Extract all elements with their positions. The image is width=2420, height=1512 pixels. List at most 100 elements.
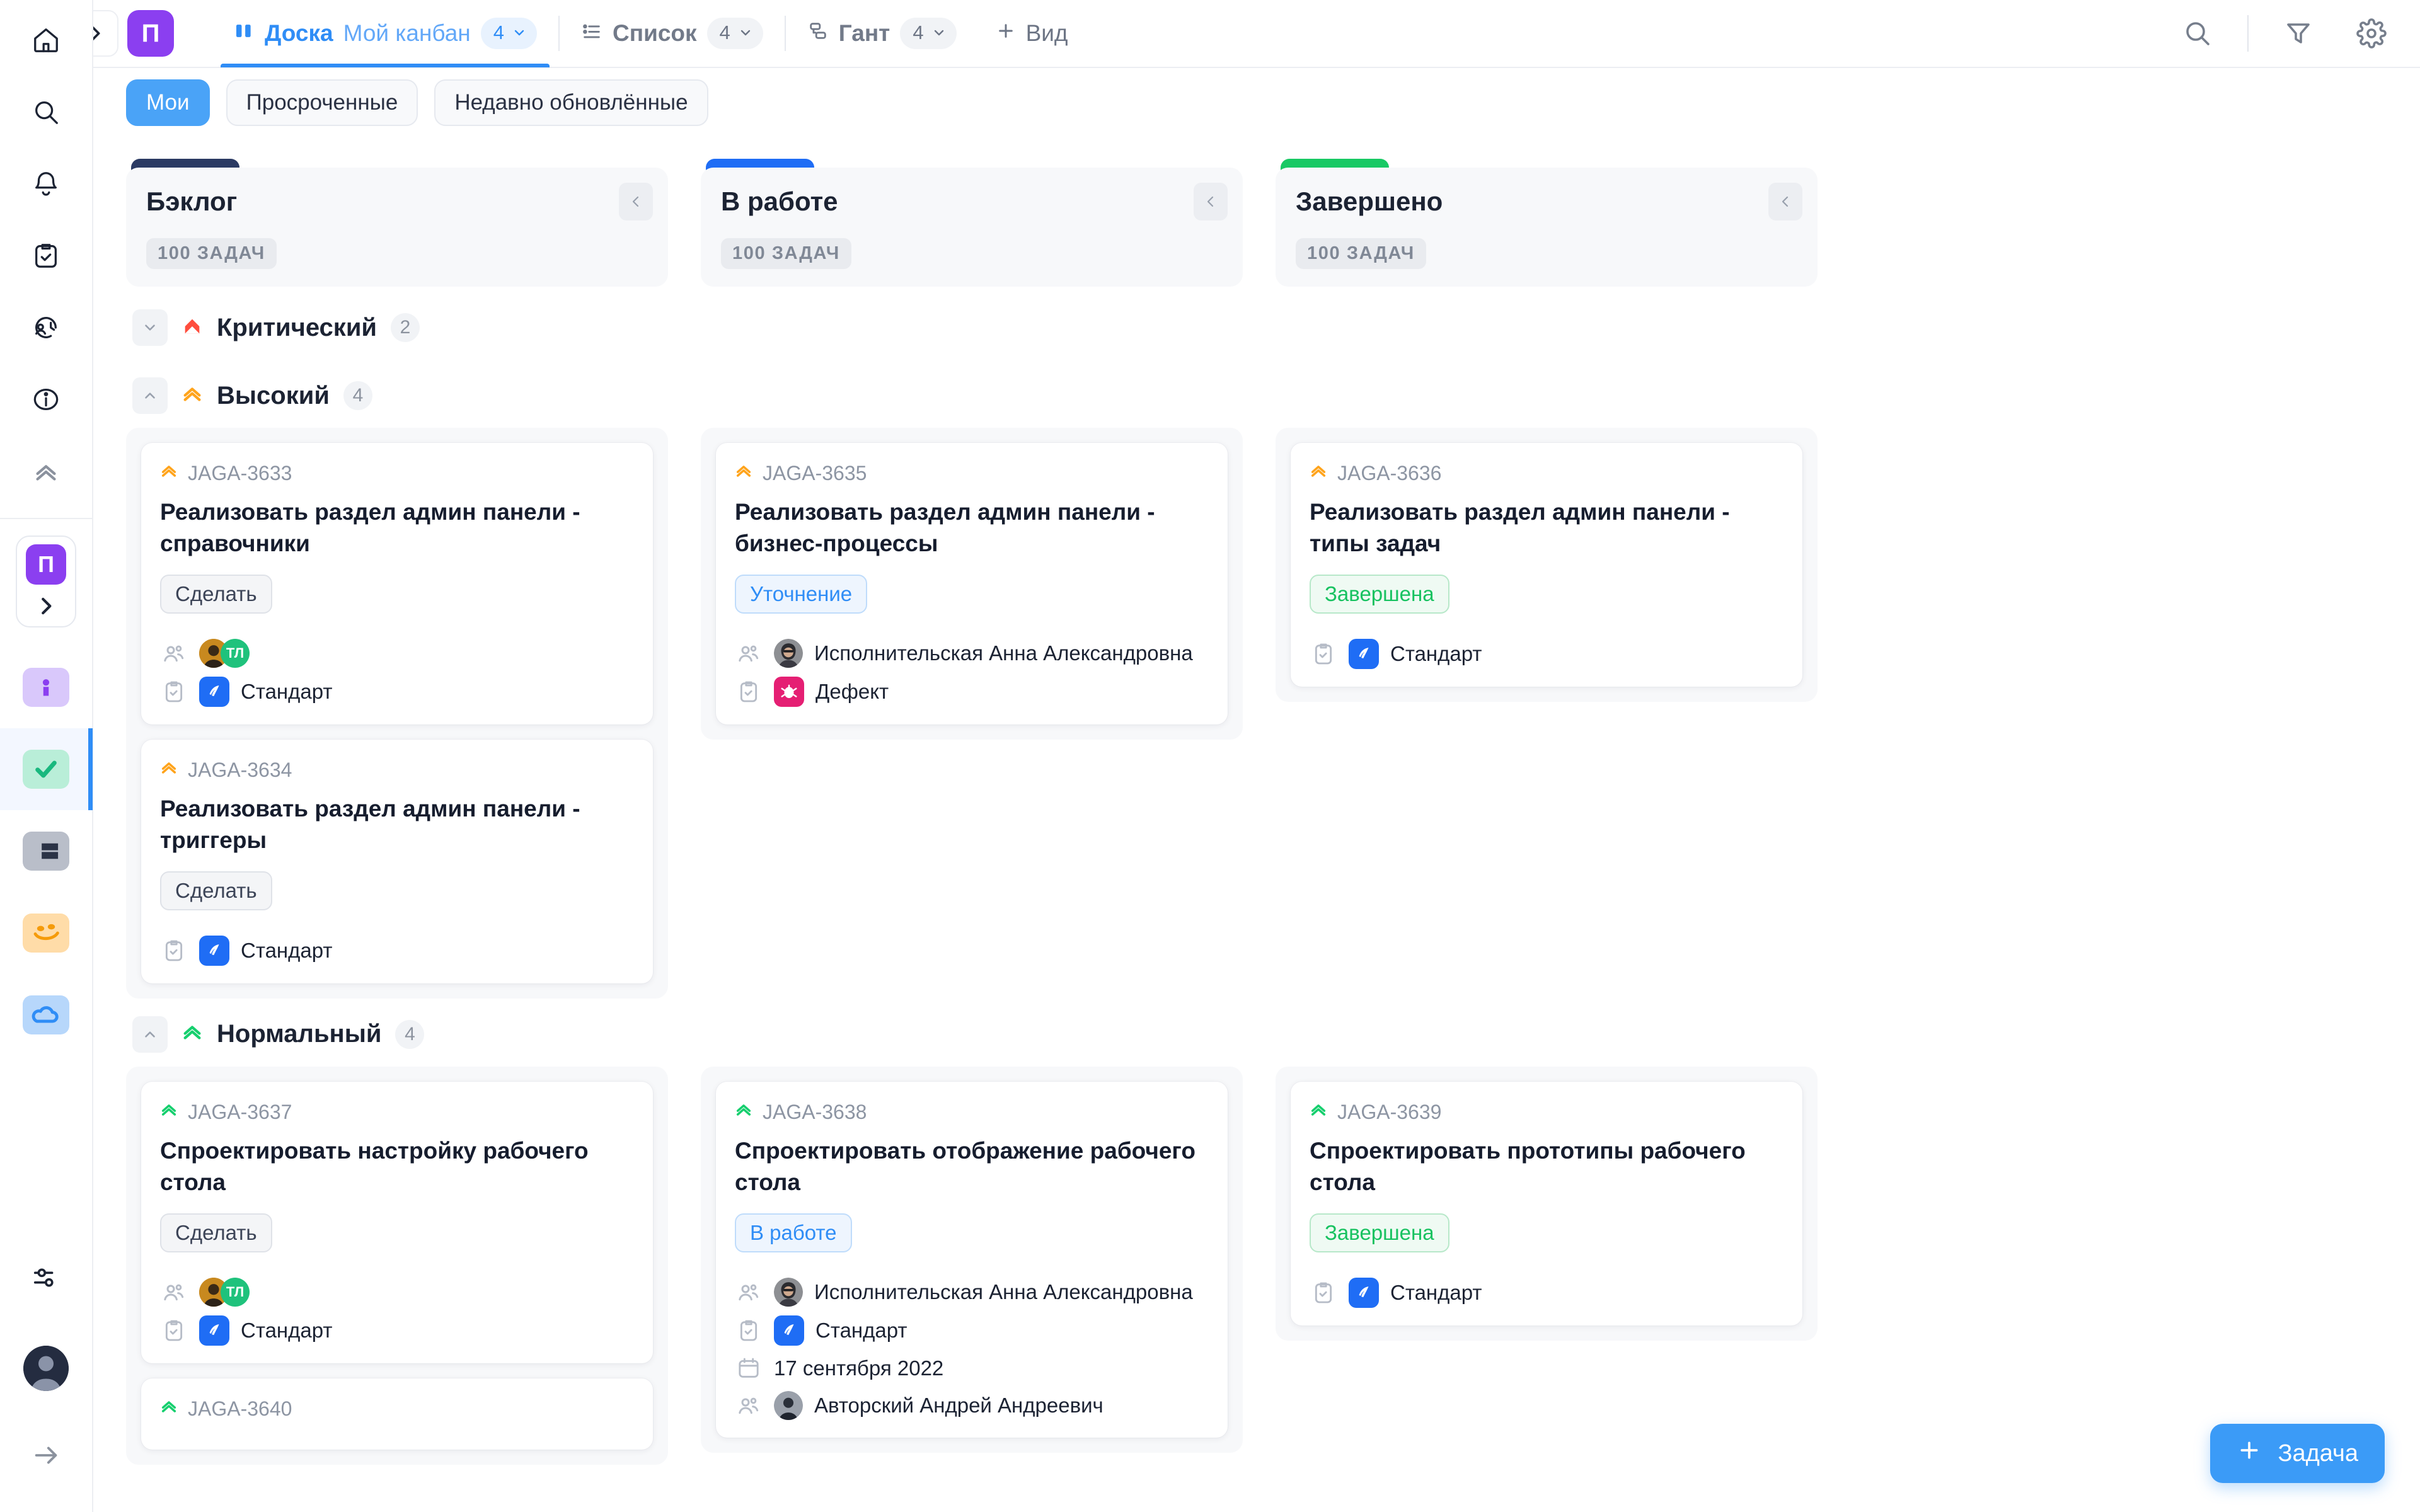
type-row: Стандарт xyxy=(160,1315,634,1346)
task-type-icon xyxy=(735,1317,763,1344)
task-type-icon xyxy=(160,678,188,706)
status-badge[interactable]: Завершена xyxy=(1310,574,1449,614)
chevron-down-icon xyxy=(740,30,750,36)
add-task-button[interactable]: Задача xyxy=(2210,1424,2385,1483)
chevron-left-icon xyxy=(1782,196,1789,207)
column-title: Бэклог xyxy=(146,186,238,216)
tab-board[interactable]: Доска Мой канбан 4 xyxy=(212,0,558,67)
info-icon[interactable] xyxy=(17,370,75,428)
filter-chip-overdue[interactable]: Просроченные xyxy=(226,79,418,126)
tab-gantt-label: Гант xyxy=(838,20,890,46)
type-label: Стандарт xyxy=(1390,641,1482,665)
app-tile-chat[interactable] xyxy=(0,892,93,974)
tab-board-label: Доска xyxy=(265,20,333,46)
gear-icon[interactable] xyxy=(2348,10,2395,57)
add-view-label: Вид xyxy=(1025,20,1068,46)
priority-chevrons-icon[interactable] xyxy=(17,442,75,500)
column-collapse-button[interactable] xyxy=(1768,183,1802,220)
status-badge[interactable]: Сделать xyxy=(160,1213,272,1252)
tab-list[interactable]: Список 4 xyxy=(560,0,785,67)
column-collapse-button[interactable] xyxy=(619,183,653,220)
group-count: 2 xyxy=(391,313,420,342)
search-icon[interactable] xyxy=(2174,10,2221,57)
status-badge[interactable]: Сделать xyxy=(160,574,272,614)
chevron-up-icon xyxy=(145,392,155,399)
type-row: Дефект xyxy=(735,676,1209,707)
group-header-critical[interactable]: Критический 2 xyxy=(126,292,2420,360)
group-name: Критический xyxy=(217,313,377,341)
task-title: Реализовать раздел админ панели - бизнес… xyxy=(735,499,1155,556)
task-key: JAGA-3633 xyxy=(188,462,292,484)
filter-chip-row: Мои Просроченные Недавно обновлённые xyxy=(93,68,2420,137)
chevron-right-icon[interactable] xyxy=(34,590,58,622)
task-card[interactable]: JAGA-3634 Реализовать раздел админ панел… xyxy=(141,739,653,983)
status-badge[interactable]: В работе xyxy=(735,1213,852,1252)
app-tile-info[interactable] xyxy=(0,646,93,728)
task-card[interactable]: JAGA-3638 Спроектировать отображение раб… xyxy=(716,1081,1228,1438)
filter-icon[interactable] xyxy=(2275,10,2322,57)
search-icon[interactable] xyxy=(17,83,75,141)
task-type-icon xyxy=(735,678,763,706)
group-header-normal[interactable]: Нормальный 4 xyxy=(126,999,2420,1067)
app-tile-tasks[interactable] xyxy=(0,728,93,810)
status-badge[interactable]: Сделать xyxy=(160,871,272,910)
tab-gantt[interactable]: Гант 4 xyxy=(786,0,978,67)
task-card-key-row: JAGA-3633 xyxy=(160,462,634,485)
status-badge[interactable]: Завершена xyxy=(1310,1213,1449,1252)
tab-board-count[interactable]: 4 xyxy=(480,18,537,49)
app-tile-cloud[interactable] xyxy=(0,974,93,1056)
priority-high-icon xyxy=(182,384,203,408)
avatar xyxy=(774,1277,803,1307)
project-badge-top[interactable]: П xyxy=(127,10,174,57)
time-tracking-icon[interactable] xyxy=(17,299,75,357)
collapse-arrow-icon[interactable] xyxy=(17,1426,75,1484)
task-card[interactable]: JAGA-3633 Реализовать раздел админ панел… xyxy=(141,443,653,724)
group-name: Высокий xyxy=(217,381,330,410)
app-tile-board[interactable] xyxy=(0,810,93,892)
group-row-high: JAGA-3633 Реализовать раздел админ панел… xyxy=(126,428,2420,999)
settings-sliders-icon[interactable] xyxy=(17,1249,75,1307)
task-card[interactable]: JAGA-3636 Реализовать раздел админ панел… xyxy=(1291,443,1802,687)
home-icon[interactable] xyxy=(17,11,75,69)
group-name: Нормальный xyxy=(217,1020,382,1048)
task-card[interactable]: JAGA-3639 Спроектировать прототипы рабоч… xyxy=(1291,1081,1802,1326)
filter-chip-mine[interactable]: Мои xyxy=(126,79,210,126)
group-column-backlog: JAGA-3633 Реализовать раздел админ панел… xyxy=(126,428,668,999)
task-key: JAGA-3638 xyxy=(763,1100,867,1123)
author-name: Авторский Андрей Андреевич xyxy=(814,1393,1103,1417)
group-header-high[interactable]: Высокий 4 xyxy=(126,360,2420,428)
type-badge-standard xyxy=(774,1315,804,1346)
task-card-key-row: JAGA-3635 xyxy=(735,462,1209,485)
avatar-stack[interactable]: ТЛ xyxy=(199,1277,250,1307)
chevron-left-icon xyxy=(632,196,639,207)
task-type-icon xyxy=(1310,640,1337,668)
tab-gantt-count[interactable]: 4 xyxy=(900,18,957,49)
add-view-button[interactable]: Вид xyxy=(978,20,1086,47)
project-switcher[interactable]: П xyxy=(16,536,76,627)
people-icon xyxy=(160,1278,188,1306)
task-card[interactable]: JAGA-3635 Реализовать раздел админ панел… xyxy=(716,443,1228,724)
priority-normal-icon xyxy=(1310,1101,1327,1124)
group-toggle-button[interactable] xyxy=(132,377,168,414)
tab-list-count[interactable]: 4 xyxy=(706,18,763,49)
status-badge[interactable]: Уточнение xyxy=(735,574,868,614)
bell-icon[interactable] xyxy=(17,155,75,213)
group-toggle-button[interactable] xyxy=(132,1016,168,1053)
check-tile-glyph xyxy=(23,750,69,789)
type-label: Дефект xyxy=(815,679,889,703)
group-toggle-button[interactable] xyxy=(132,309,168,346)
column-title: Завершено xyxy=(1296,186,1443,216)
column-header-row: Бэклог 100 ЗАДАЧ В работе 100 ЗАДАЧ Заве… xyxy=(126,137,2420,287)
task-card[interactable]: JAGA-3637 Спроектировать настройку рабоч… xyxy=(141,1081,653,1363)
type-label: Стандарт xyxy=(1390,1280,1482,1304)
column-collapse-button[interactable] xyxy=(1194,183,1228,220)
tab-board-subtitle: Мой канбан xyxy=(343,20,471,46)
filter-chip-recent[interactable]: Недавно обновлённые xyxy=(434,79,708,126)
user-avatar[interactable] xyxy=(23,1346,69,1391)
tasks-clipboard-icon[interactable] xyxy=(17,227,75,285)
main-area: П Доска Мой канбан 4 Список 4 Гант 4 Вид… xyxy=(72,0,2420,1512)
avatar-stack[interactable]: ТЛ xyxy=(199,638,250,668)
task-card[interactable]: JAGA-3640 xyxy=(141,1378,653,1450)
group-count: 4 xyxy=(395,1019,425,1049)
cloud-tile-glyph xyxy=(23,995,69,1034)
